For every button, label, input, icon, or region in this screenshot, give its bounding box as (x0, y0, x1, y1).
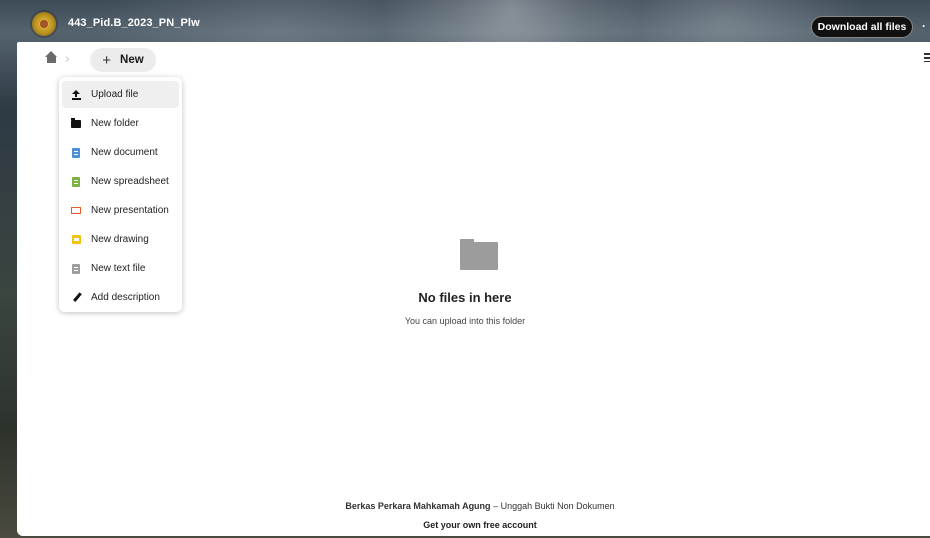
menu-item-upload-file[interactable]: Upload file (62, 81, 179, 108)
upload-icon (71, 89, 81, 100)
footer-credit: Berkas Perkara Mahkamah Agung – Unggah B… (0, 501, 930, 511)
new-menu: Upload file New folder New document New … (59, 77, 182, 312)
folder-icon (71, 117, 81, 129)
new-button-label: New (120, 54, 144, 66)
header-bar: 443_Pid.B_2023_PN_Plw Download all files… (0, 0, 930, 42)
download-all-button[interactable]: Download all files (811, 16, 913, 38)
footer-tagline: Unggah Bukti Non Dokumen (500, 501, 615, 511)
menu-item-new-spreadsheet[interactable]: New spreadsheet (62, 168, 179, 195)
menu-item-new-text-file[interactable]: New text file (62, 255, 179, 282)
court-seal-logo (32, 12, 56, 36)
empty-folder-icon (460, 239, 498, 270)
menu-item-new-folder[interactable]: New folder (62, 110, 179, 137)
plus-icon: + (102, 51, 112, 69)
breadcrumb: › (45, 50, 70, 66)
breadcrumb-separator-icon: › (65, 50, 70, 66)
footer-separator: – (490, 501, 501, 511)
document-icon (71, 147, 81, 158)
empty-state-title: No files in here (418, 290, 512, 305)
grid-view-icon[interactable] (924, 53, 930, 62)
new-button[interactable]: + New (90, 48, 156, 72)
drawing-icon (71, 235, 81, 245)
menu-item-new-drawing[interactable]: New drawing (62, 226, 179, 253)
presentation-icon (71, 206, 81, 216)
menu-item-new-document[interactable]: New document (62, 139, 179, 166)
more-menu-icon[interactable]: · (922, 19, 926, 33)
menu-item-label: New folder (91, 118, 139, 129)
menu-item-label: New text file (91, 263, 146, 274)
menu-item-label: New document (91, 147, 158, 158)
menu-item-label: New presentation (91, 205, 169, 216)
footer-brand-link[interactable]: Berkas Perkara Mahkamah Agung (345, 501, 490, 511)
menu-item-label: New drawing (91, 234, 149, 245)
menu-item-label: New spreadsheet (91, 176, 169, 187)
menu-item-new-presentation[interactable]: New presentation (62, 197, 179, 224)
home-icon[interactable] (45, 51, 59, 65)
empty-state-subtitle: You can upload into this folder (404, 316, 526, 326)
share-title: 443_Pid.B_2023_PN_Plw (68, 17, 200, 29)
signup-link[interactable]: Get your own free account (0, 520, 930, 530)
text-file-icon (71, 263, 81, 274)
menu-item-label: Upload file (91, 89, 139, 100)
spreadsheet-icon (71, 176, 81, 187)
